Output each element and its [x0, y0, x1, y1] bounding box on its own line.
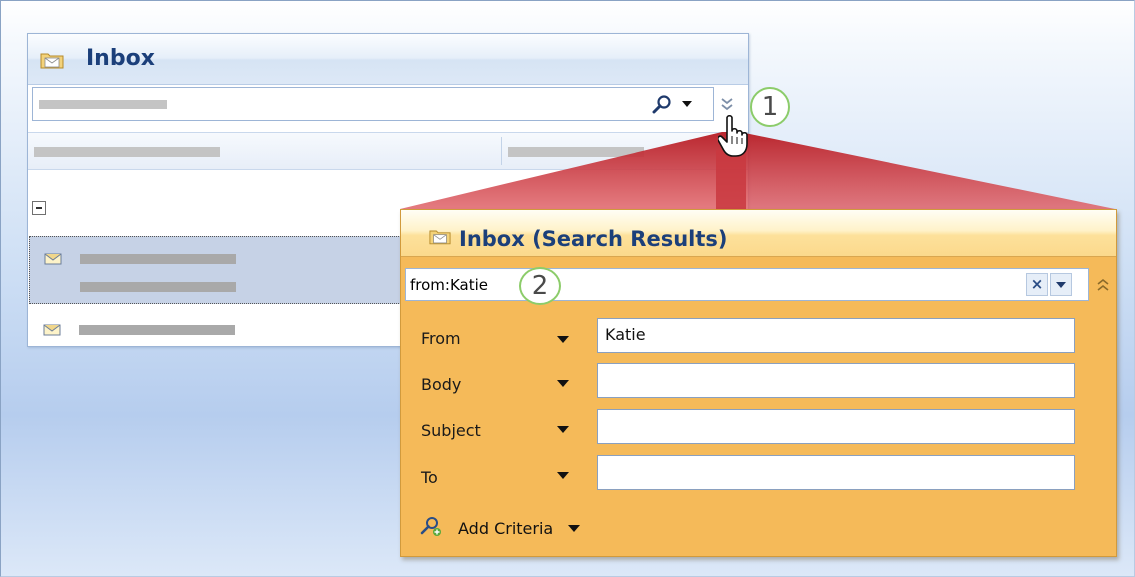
add-criteria-dropdown-arrow[interactable]	[568, 525, 580, 532]
column-header-redacted[interactable]	[34, 147, 220, 157]
double-chevron-down-icon[interactable]	[718, 96, 736, 114]
column-header-row	[28, 132, 748, 170]
callout-number-2: 2	[519, 267, 561, 305]
search-results-pane: Inbox (Search Results) from:Katie × From…	[400, 209, 1117, 557]
criteria-input-from[interactable]: Katie	[597, 318, 1075, 353]
criteria-input-body[interactable]	[597, 363, 1075, 398]
message-subject-redacted	[79, 325, 235, 335]
criteria-field-dropdown-to[interactable]	[557, 472, 569, 479]
criteria-label-subject: Subject	[421, 421, 481, 440]
criteria-field-dropdown-body[interactable]	[557, 380, 569, 387]
column-separator[interactable]	[501, 137, 502, 165]
inbox-title: Inbox	[86, 46, 155, 71]
search-results-title: Inbox (Search Results)	[459, 227, 728, 251]
criteria-input-to[interactable]	[597, 455, 1075, 490]
inbox-folder-icon	[429, 230, 451, 245]
envelope-icon	[43, 324, 61, 336]
instant-search-box[interactable]	[32, 87, 714, 121]
search-query-input[interactable]: from:Katie ×	[405, 268, 1089, 301]
double-chevron-up-icon[interactable]	[1095, 276, 1111, 294]
criteria-label-from: From	[421, 329, 461, 348]
message-preview-redacted	[80, 282, 236, 292]
criteria-input-subject[interactable]	[597, 409, 1075, 444]
criteria-label-body: Body	[421, 375, 462, 394]
callout-number-1: 1	[750, 87, 790, 127]
magnifier-icon[interactable]	[651, 94, 673, 114]
search-options-dropdown-icon[interactable]	[681, 99, 693, 109]
inbox-title-bar: Inbox	[28, 34, 748, 85]
criteria-field-dropdown-subject[interactable]	[557, 426, 569, 433]
message-subject-redacted	[80, 254, 236, 264]
minus-box-icon[interactable]	[32, 201, 46, 215]
search-options-dropdown-button[interactable]	[1050, 273, 1072, 296]
criteria-label-to: To	[421, 468, 438, 487]
criteria-field-dropdown-from[interactable]	[557, 336, 569, 343]
search-query-text[interactable]: from:Katie	[410, 276, 488, 294]
clear-search-button[interactable]: ×	[1026, 273, 1048, 296]
hand-pointer-cursor-icon	[718, 114, 748, 157]
add-criteria-label[interactable]: Add Criteria	[458, 519, 553, 538]
search-results-title-bar: Inbox (Search Results)	[401, 210, 1116, 257]
column-header-redacted[interactable]	[508, 147, 644, 157]
search-placeholder-redacted	[39, 100, 167, 109]
envelope-icon	[44, 253, 62, 265]
add-criteria-icon	[420, 517, 441, 536]
inbox-folder-icon	[40, 53, 64, 69]
